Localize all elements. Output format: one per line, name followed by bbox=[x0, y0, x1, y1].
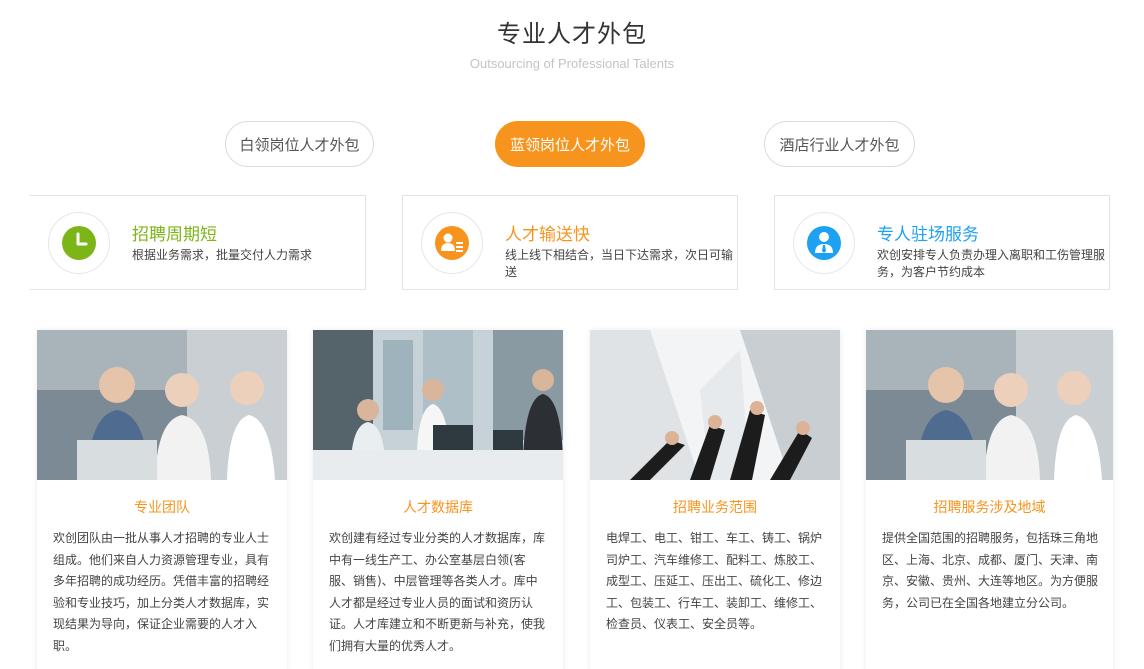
person-list-icon bbox=[421, 212, 483, 274]
card-desc: 欢创建有经过专业分类的人才数据库，库中有一线生产工、办公室基层白领(客服、销售)… bbox=[329, 531, 546, 653]
page-title: 专业人才外包 bbox=[497, 20, 647, 48]
feature-title: 招聘周期短 bbox=[132, 225, 217, 245]
clock-icon bbox=[48, 212, 110, 274]
feature-fast-delivery: 人才输送快 线上线下相结合，当日下达需求，次日可输送 bbox=[402, 195, 738, 290]
card-title: 招聘服务涉及地域 bbox=[933, 500, 1046, 516]
tab-hotel[interactable]: 酒店行业人才外包 bbox=[764, 121, 915, 167]
card-title: 招聘业务范围 bbox=[673, 500, 757, 516]
page-subtitle: Outsourcing of Professional Talents bbox=[469, 56, 675, 71]
card-title: 专业团队 bbox=[134, 500, 190, 516]
feature-recruit-cycle: 招聘周期短 根据业务需求，批量交付人力需求 bbox=[30, 195, 366, 290]
feature-desc: 根据业务需求，批量交付人力需求 bbox=[132, 248, 313, 262]
feature-title: 人才输送快 bbox=[505, 225, 590, 245]
category-tabs: 白领岗位人才外包 蓝领岗位人才外包 酒店行业人才外包 bbox=[0, 121, 1144, 167]
card-desc: 提供全国范围的招聘服务，包括珠三角地区、上海、北京、成都、厦门、天津、南京、安徽… bbox=[882, 531, 1099, 610]
feature-desc: 欢创安排专人负责办理入离职和工伤管理服务，为客户节约成本 bbox=[877, 248, 1106, 279]
office-workers-photo bbox=[313, 330, 563, 480]
staff-icon bbox=[793, 212, 855, 274]
raised-fists-photo bbox=[590, 330, 840, 480]
card-service-regions: 招聘服务涉及地域 提供全国范围的招聘服务，包括珠三角地区、上海、北京、成都、厦门… bbox=[866, 330, 1113, 669]
feature-onsite-service: 专人驻场服务 欢创安排专人负责办理入离职和工伤管理服务，为客户节约成本 bbox=[774, 195, 1110, 290]
card-talent-database: 人才数据库 欢创建有经过专业分类的人才数据库，库中有一线生产工、办公室基层白领(… bbox=[313, 330, 563, 669]
card-desc: 欢创团队由一批从事人才招聘的专业人士组成。他们来自人力资源管理专业，具有多年招聘… bbox=[53, 531, 270, 653]
card-desc: 电焊工、电工、钳工、车工、铸工、锅炉司炉工、汽车维修工、配料工、炼胶工、成型工、… bbox=[606, 531, 823, 632]
tab-white-collar[interactable]: 白领岗位人才外包 bbox=[225, 121, 374, 167]
tab-blue-collar[interactable]: 蓝领岗位人才外包 bbox=[495, 121, 645, 167]
card-title: 人才数据库 bbox=[403, 500, 473, 516]
card-recruit-scope: 招聘业务范围 电焊工、电工、钳工、车工、铸工、锅炉司炉工、汽车维修工、配料工、炼… bbox=[590, 330, 840, 669]
feature-desc: 线上线下相结合，当日下达需求，次日可输送 bbox=[505, 248, 734, 279]
feature-title: 专人驻场服务 bbox=[877, 225, 979, 245]
card-professional-team: 专业团队 欢创团队由一批从事人才招聘的专业人士组成。他们来自人力资源管理专业，具… bbox=[37, 330, 287, 669]
business-team-photo bbox=[866, 330, 1113, 480]
business-team-photo bbox=[37, 330, 287, 480]
section-header: 专业人才外包 Outsourcing of Professional Talen… bbox=[0, 18, 1144, 71]
